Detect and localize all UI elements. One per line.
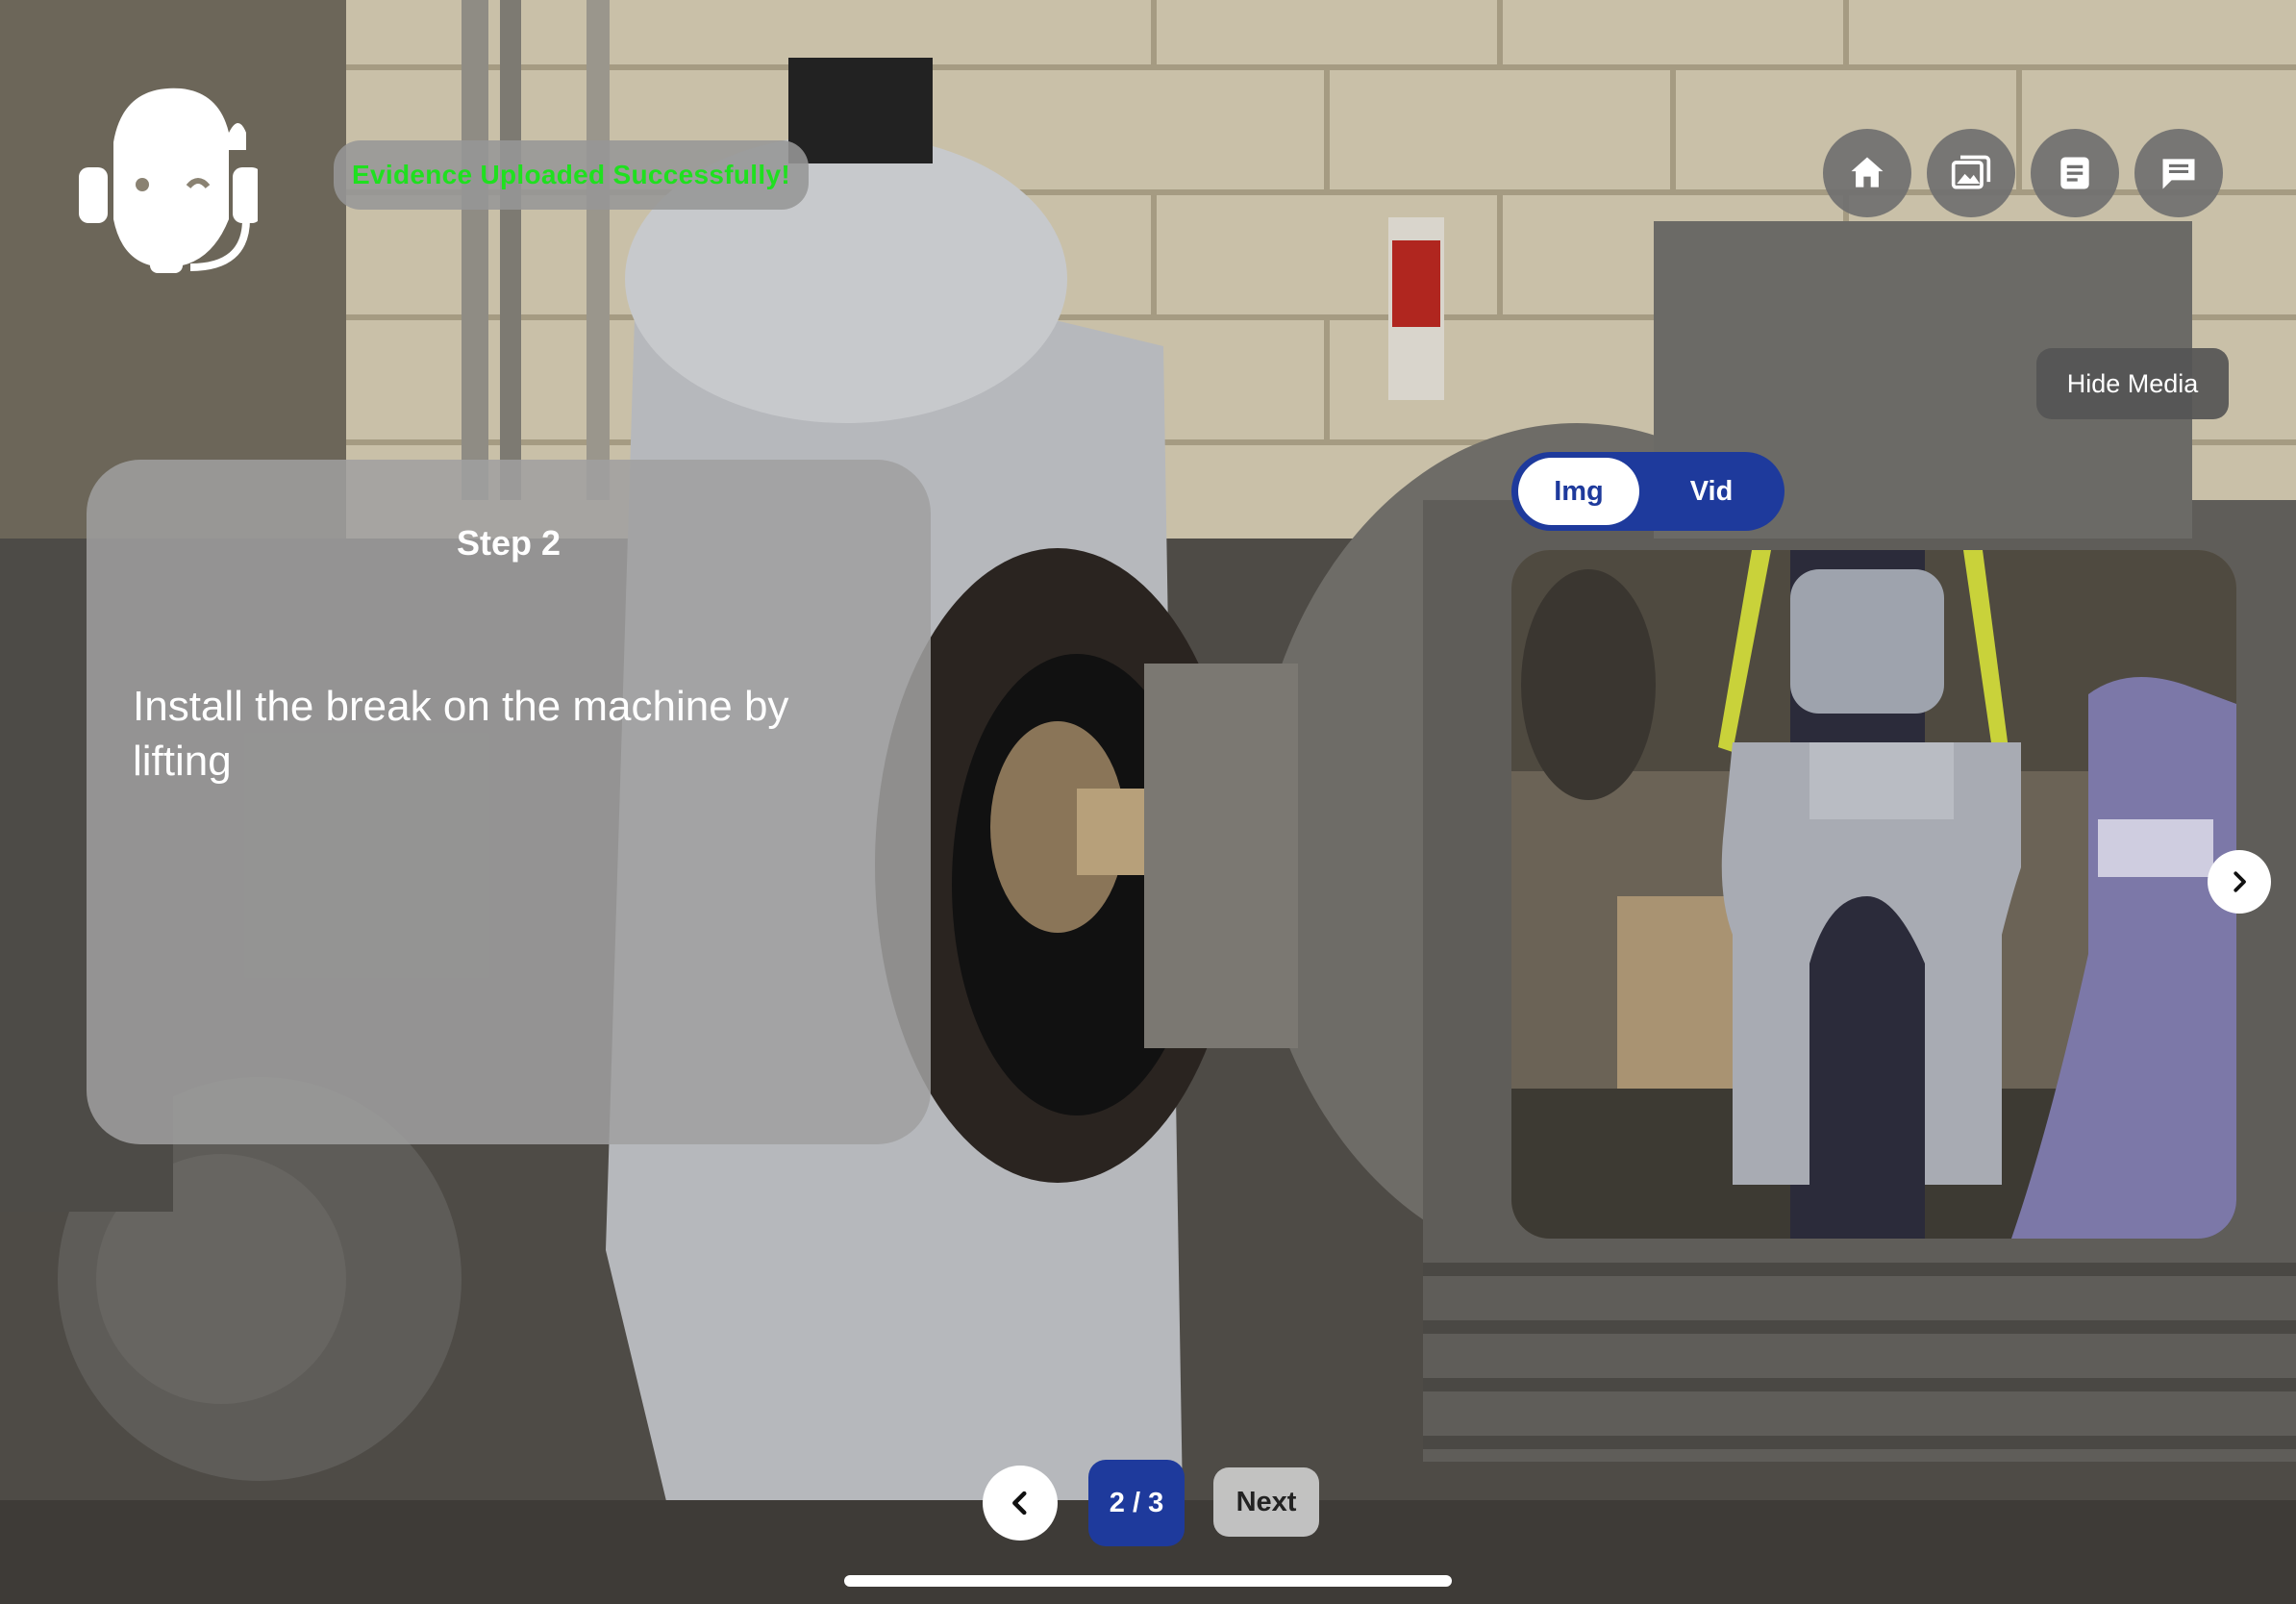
chat-button[interactable] [2134,129,2223,217]
vid-tab[interactable]: Vid [1646,458,1777,525]
home-icon [1851,157,1884,188]
img-tab[interactable]: Img [1518,458,1639,525]
gallery-button[interactable] [1927,129,2015,217]
photo-library-icon [1951,155,1991,189]
chevron-left-icon [1012,1491,1027,1516]
brake-caliper-photo [1511,550,2236,1239]
hide-media-button[interactable]: Hide Media [2036,348,2229,419]
step-counter: 2 / 3 [1088,1460,1185,1546]
home-button[interactable] [1823,129,1911,217]
step-instruction: Install the break on the machine by lift… [133,683,789,785]
document-button[interactable] [2031,129,2119,217]
reference-image [1511,550,2236,1239]
chat-icon [2162,159,2195,189]
step-title: Step 2 [456,523,562,563]
next-step-button[interactable]: Next [1213,1467,1319,1537]
media-next-button[interactable] [2208,850,2271,914]
step-card: Step 2 Install the break on the machine … [87,460,931,1144]
previous-step-button[interactable] [983,1466,1058,1541]
media-type-toggle: Img Vid [1511,452,1784,531]
home-indicator[interactable] [844,1575,1452,1587]
document-icon [2060,157,2089,189]
upload-success-toast: Evidence Uploaded Successfully! [334,140,809,210]
chevron-right-icon [2234,871,2246,892]
assistant-avatar[interactable] [75,75,262,277]
support-agent-icon [79,88,262,273]
